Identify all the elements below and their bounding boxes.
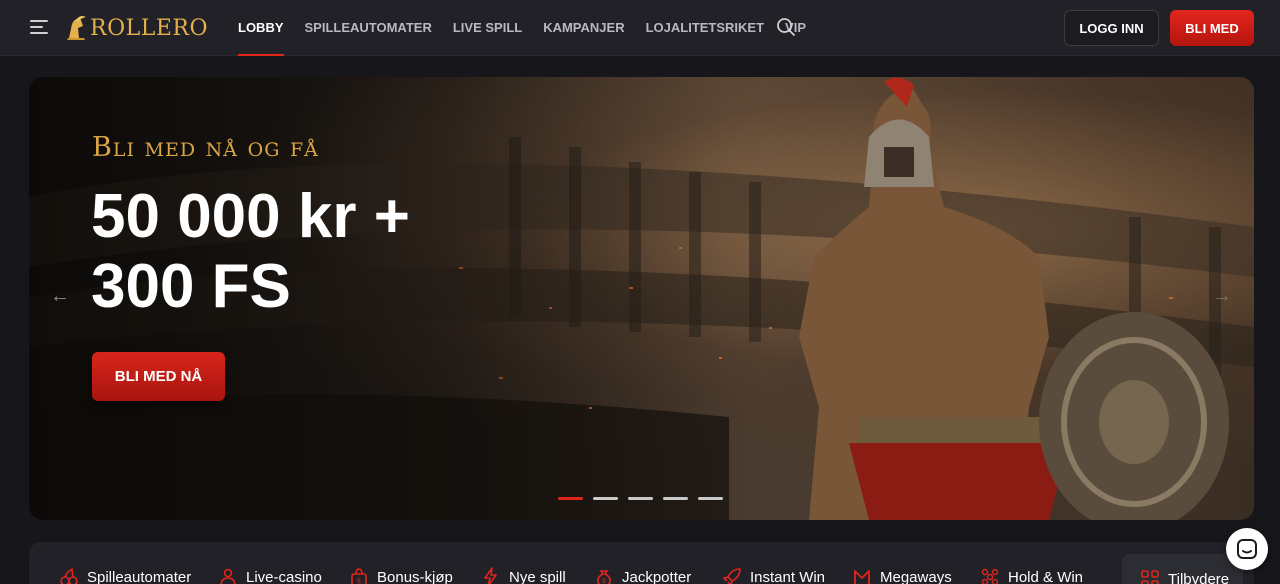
- category-jackpotter[interactable]: $ Jackpotter: [594, 566, 691, 584]
- category-label: Instant Win: [750, 568, 826, 584]
- category-nye-spill[interactable]: Nye spill: [481, 566, 566, 584]
- slide-dot-1[interactable]: [558, 497, 583, 500]
- cherries-icon: [60, 568, 78, 584]
- chat-icon: [1237, 539, 1257, 559]
- coins-grid-icon: [981, 568, 999, 584]
- slide-dot-2[interactable]: [593, 497, 618, 500]
- category-bonus-kjop[interactable]: $ Bonus-kjøp: [349, 566, 453, 584]
- prev-slide-arrow-icon[interactable]: ←: [46, 282, 74, 310]
- search-icon[interactable]: [776, 17, 796, 37]
- category-label: Hold & Win: [1008, 568, 1084, 584]
- category-instant-win[interactable]: Instant Win: [722, 566, 825, 584]
- category-hold-win[interactable]: Hold & Win: [980, 566, 1083, 584]
- slide-indicators: [558, 497, 733, 500]
- category-tilbydere[interactable]: Tilbydere: [1122, 554, 1244, 584]
- category-label: Nye spill: [509, 568, 566, 584]
- category-label: Jackpotter: [622, 568, 692, 584]
- rocket-icon: [722, 568, 741, 584]
- hero-banner[interactable]: Bli med nå og få 50 000 kr + 300 FS BLI …: [29, 77, 1254, 520]
- logo-text: ROLLERO: [90, 15, 208, 41]
- dealer-icon: [220, 568, 236, 584]
- category-label: Megaways: [880, 568, 952, 584]
- logo[interactable]: ROLLERO: [64, 12, 208, 44]
- nav-live-spill[interactable]: LIVE SPILL: [453, 0, 522, 56]
- gift-bag-icon: $: [351, 568, 367, 584]
- svg-text:$: $: [602, 577, 606, 584]
- login-button[interactable]: LOGG INN: [1064, 10, 1159, 46]
- slide-dot-5[interactable]: [698, 497, 723, 500]
- svg-text:$: $: [357, 577, 361, 584]
- category-label: Tilbydere: [1168, 570, 1230, 584]
- category-bar: Spilleautomater Live-casino $ Bonus-kjøp…: [29, 542, 1254, 584]
- nav-lobby[interactable]: LOBBY: [238, 0, 284, 56]
- slide-dot-4[interactable]: [663, 497, 688, 500]
- category-label: Spilleautomater: [87, 568, 192, 584]
- nav-kampanjer[interactable]: KAMPANJER: [543, 0, 624, 56]
- category-label: Bonus-kjøp: [377, 568, 453, 584]
- chat-button[interactable]: [1226, 528, 1268, 570]
- hero-title: 50 000 kr + 300 FS: [91, 182, 410, 322]
- nav-lojalitetsriket[interactable]: LOJALITETSRIKET: [646, 0, 764, 56]
- lightning-icon: [484, 567, 497, 584]
- helmet-logo-icon: [67, 16, 86, 40]
- join-button[interactable]: BLI MED: [1170, 10, 1254, 46]
- nav-spilleautomater[interactable]: SPILLEAUTOMATER: [305, 0, 432, 56]
- hero-title-line2: 300 FS: [91, 252, 291, 321]
- hero-join-button[interactable]: BLI MED NÅ: [92, 352, 225, 401]
- next-slide-arrow-icon[interactable]: →: [1208, 282, 1236, 310]
- menu-icon[interactable]: [30, 20, 48, 34]
- category-label: Live-casino: [246, 568, 322, 584]
- hero-title-line1: 50 000 kr +: [91, 182, 410, 251]
- slide-dot-3[interactable]: [628, 497, 653, 500]
- top-header: ROLLERO LOBBY SPILLEAUTOMATER LIVE SPILL…: [0, 0, 1280, 56]
- category-spilleautomater[interactable]: Spilleautomater: [59, 566, 191, 584]
- money-bag-icon: $: [597, 570, 611, 584]
- main-nav: LOBBY SPILLEAUTOMATER LIVE SPILL KAMPANJ…: [238, 0, 827, 56]
- category-megaways[interactable]: Megaways: [852, 566, 952, 584]
- grid-icon: [1141, 570, 1159, 584]
- hero-subtitle: Bli med nå og få: [92, 132, 319, 163]
- megaways-icon: [854, 570, 870, 584]
- category-live-casino[interactable]: Live-casino: [218, 566, 322, 584]
